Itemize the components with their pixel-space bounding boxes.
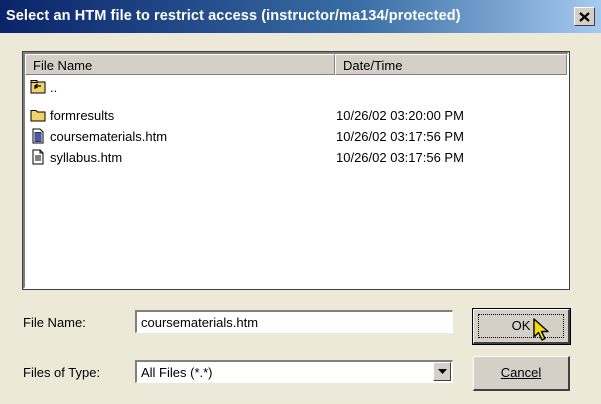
mouse-pointer-icon: [533, 318, 549, 341]
file-list[interactable]: File Name Date/Time .. formresults 10/26…: [22, 51, 570, 290]
file-type-select[interactable]: All Files (*.*): [135, 360, 453, 383]
cancel-button[interactable]: Cancel: [473, 356, 570, 391]
window-title: Select an HTM file to restrict access (i…: [6, 8, 461, 24]
file-name: syllabus.htm: [50, 150, 123, 165]
list-item-formresults[interactable]: formresults 10/26/02 03:20:00 PM: [30, 106, 560, 126]
html-document-icon: [32, 128, 44, 144]
file-date: 10/26/02 03:17:56 PM: [336, 150, 464, 165]
list-item-coursematerials[interactable]: coursematerials.htm 10/26/02 03:17:56 PM: [30, 127, 560, 147]
file-type-value: All Files (*.*): [141, 365, 213, 380]
file-type-label: Files of Type:: [23, 365, 101, 380]
chevron-down-icon: [437, 369, 447, 374]
list-item-syllabus[interactable]: syllabus.htm 10/26/02 03:17:56 PM: [30, 148, 560, 168]
list-item-parent-directory[interactable]: ..: [30, 78, 560, 98]
document-icon: [32, 149, 44, 165]
close-button[interactable]: [574, 7, 595, 26]
file-name: ..: [50, 80, 58, 95]
file-date: 10/26/02 03:17:56 PM: [336, 129, 464, 144]
title-bar[interactable]: Select an HTM file to restrict access (i…: [0, 0, 601, 33]
file-name: coursematerials.htm: [50, 129, 168, 144]
parent-folder-icon: [30, 80, 46, 94]
column-header-date-time[interactable]: Date/Time: [335, 54, 567, 75]
ok-button[interactable]: OK: [472, 308, 571, 345]
column-header-file-name[interactable]: File Name: [25, 54, 335, 75]
file-name-input[interactable]: coursematerials.htm: [135, 310, 453, 333]
folder-icon: [30, 110, 46, 122]
file-type-dropdown-button[interactable]: [433, 362, 451, 381]
file-list-header: File Name Date/Time: [25, 54, 567, 75]
cancel-button-label: Cancel: [500, 365, 542, 380]
close-icon: [579, 11, 590, 22]
file-date: 10/26/02 03:20:00 PM: [336, 108, 464, 123]
file-name-label: File Name:: [23, 315, 86, 330]
file-name: formresults: [50, 108, 115, 123]
